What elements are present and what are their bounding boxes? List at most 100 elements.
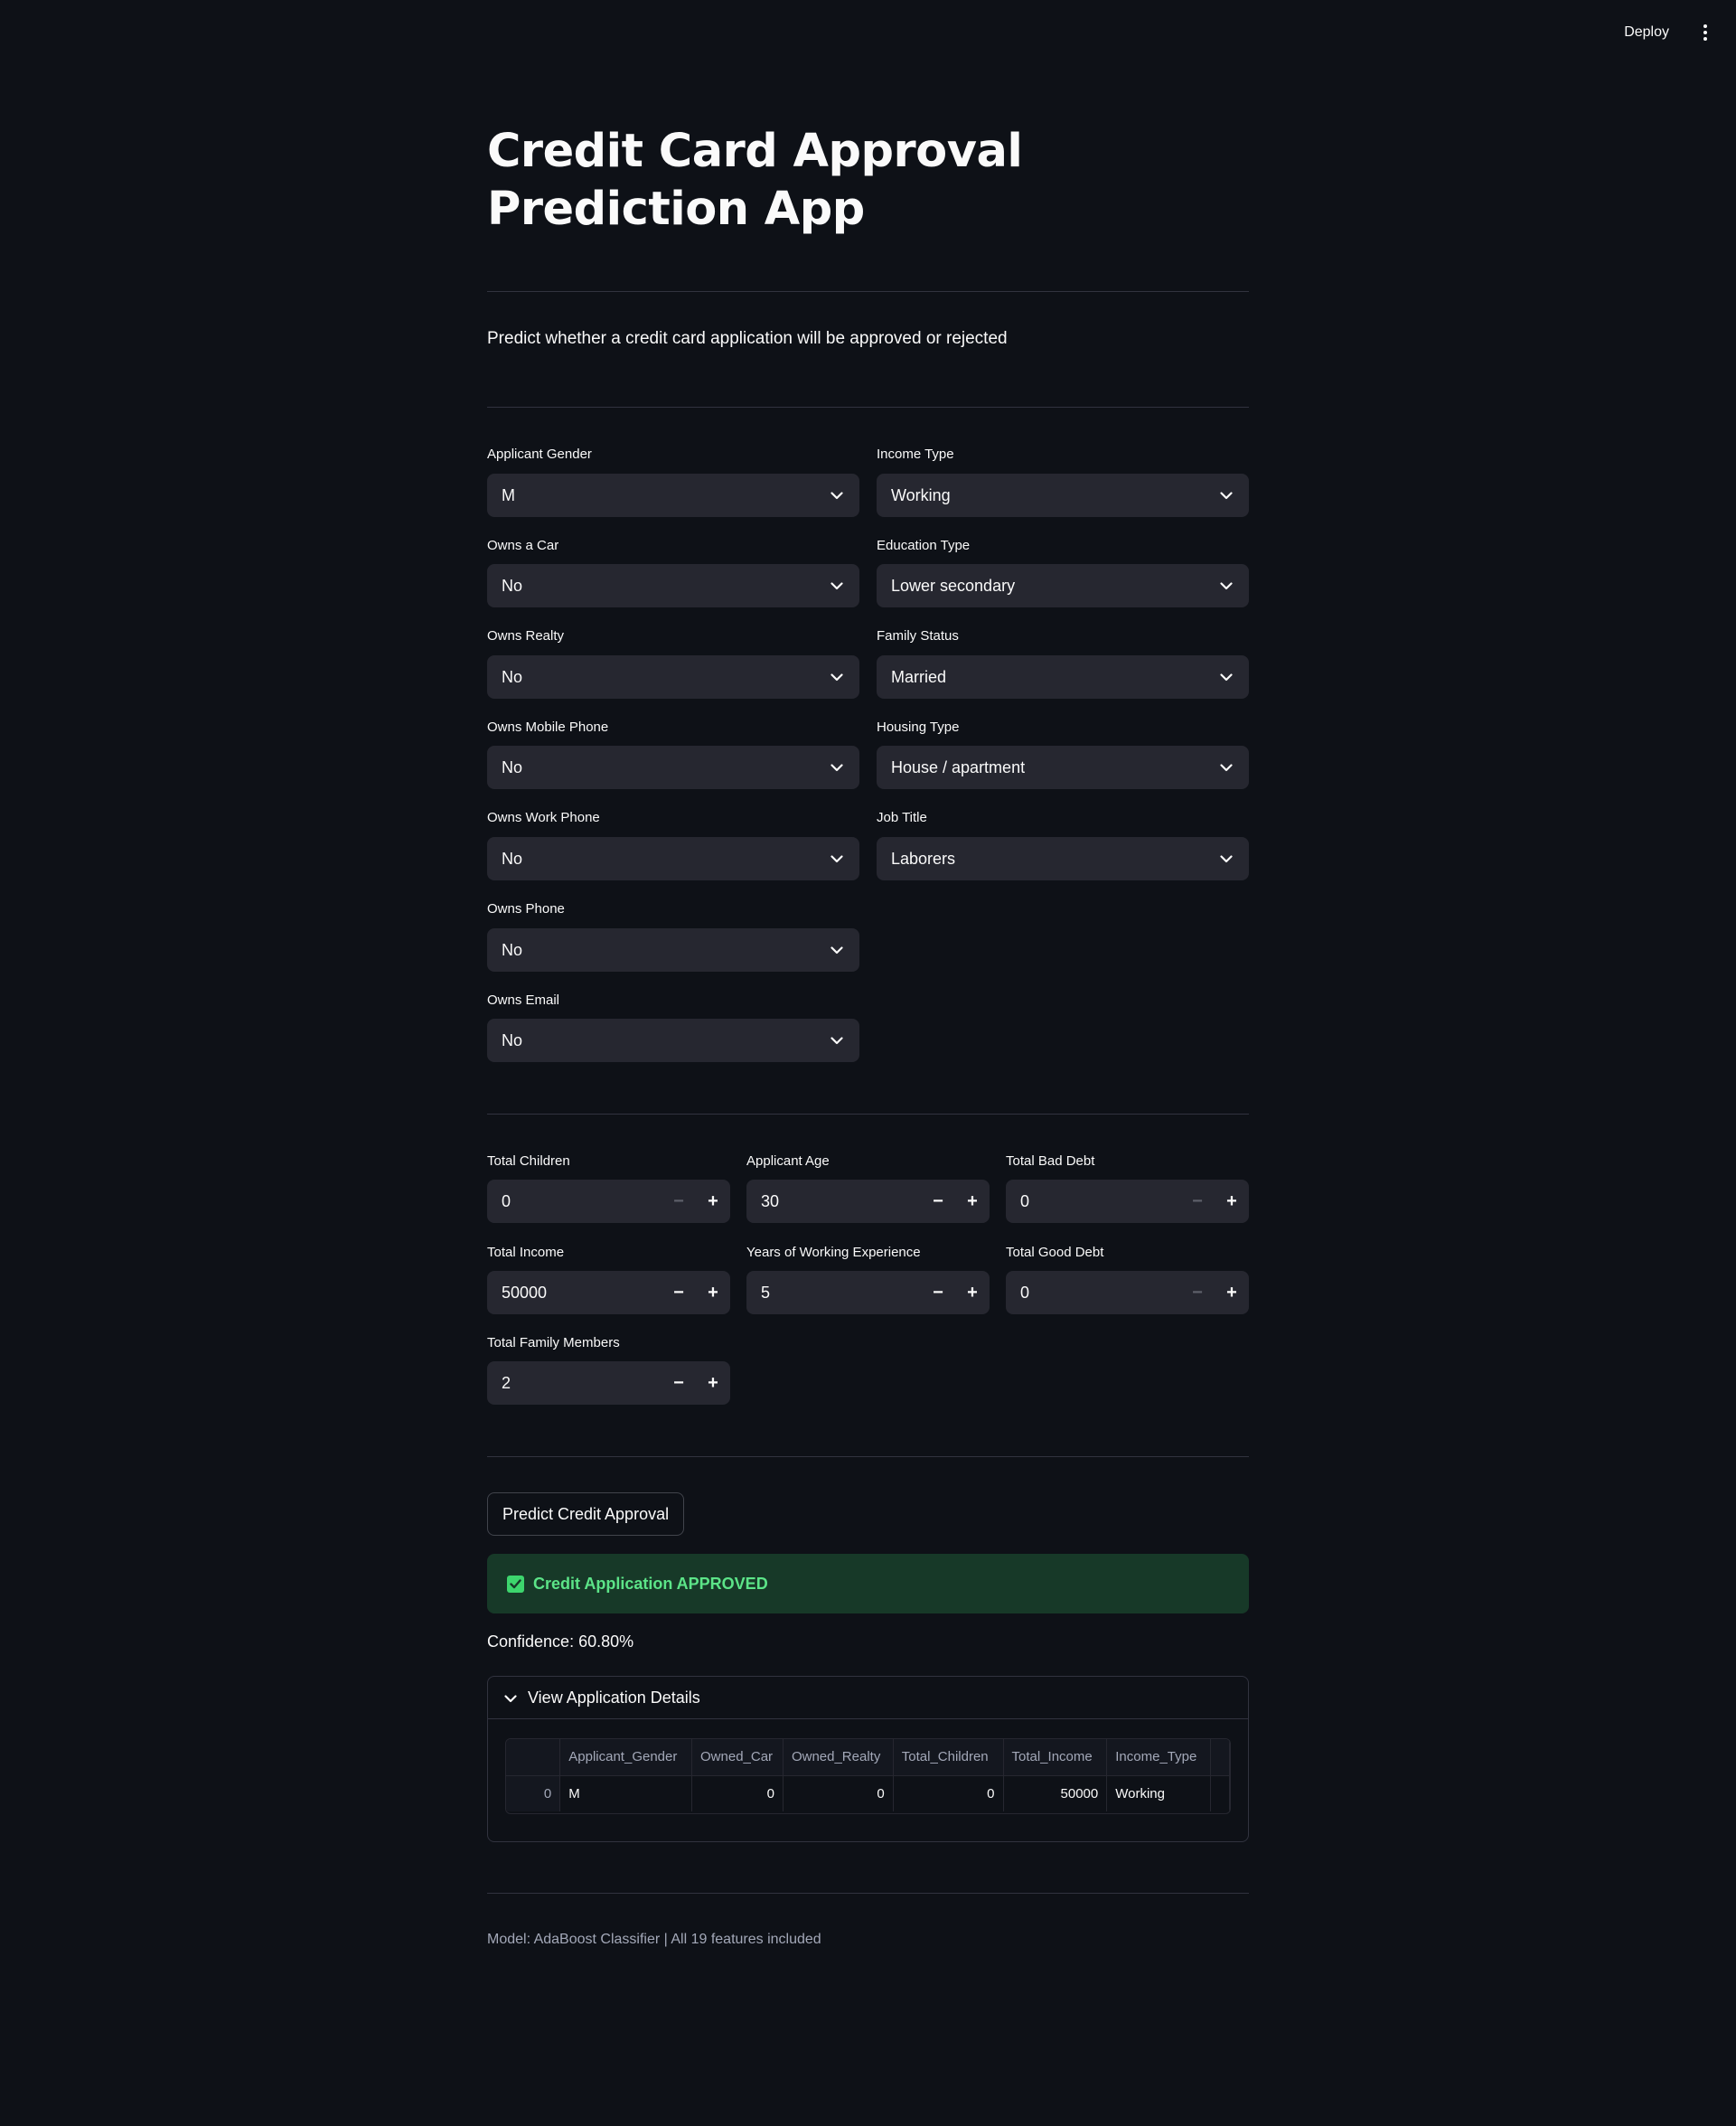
table-cell[interactable]: Working (1106, 1775, 1212, 1811)
select-value: No (502, 576, 523, 595)
decrement-button[interactable]: − (1180, 1180, 1215, 1223)
chevron-down-icon (829, 578, 845, 594)
table-cell[interactable]: M (559, 1775, 693, 1811)
owns-mobile-phone-select[interactable]: No (487, 746, 859, 789)
applicant-age-label: Applicant Age (746, 1153, 830, 1169)
family-status-select[interactable]: Married (877, 655, 1249, 699)
table-cell-index[interactable]: 0 (506, 1775, 561, 1811)
confidence-text: Confidence: 60.80% (487, 1632, 634, 1651)
owns-phone-select[interactable]: No (487, 928, 859, 972)
column-header[interactable]: Total_Children (893, 1739, 1004, 1776)
select-value: M (502, 485, 515, 504)
number-value[interactable]: 0 (487, 1192, 662, 1211)
expander-header[interactable]: View Application Details (488, 1677, 1248, 1719)
column-header-index[interactable] (506, 1739, 561, 1776)
divider (487, 1456, 1249, 1457)
divider (487, 291, 1249, 292)
decrement-button[interactable]: − (921, 1180, 955, 1223)
application-details-expander: View Application Details Applicant_Gende… (487, 1676, 1249, 1842)
family-status-label: Family Status (877, 628, 959, 644)
increment-button[interactable]: + (955, 1271, 990, 1314)
number-value[interactable]: 30 (746, 1192, 921, 1211)
total-good-debt-input[interactable]: 0 − + (1006, 1271, 1249, 1314)
housing-type-select[interactable]: House / apartment (877, 746, 1249, 789)
select-value: Married (891, 667, 947, 686)
decrement-button[interactable]: − (662, 1361, 696, 1405)
number-value[interactable]: 2 (487, 1374, 662, 1393)
table-cell[interactable]: 0 (893, 1775, 1004, 1811)
model-footer: Model: AdaBoost Classifier | All 19 feat… (487, 1932, 821, 1947)
increment-button[interactable]: + (1215, 1180, 1249, 1223)
select-value: No (502, 849, 523, 868)
deploy-button[interactable]: Deploy (1617, 19, 1676, 46)
details-table[interactable]: Applicant_Gender Owned_Car Owned_Realty … (505, 1738, 1231, 1814)
expander-label: View Application Details (528, 1688, 700, 1707)
divider (487, 1893, 1249, 1894)
total-bad-debt-label: Total Bad Debt (1006, 1153, 1095, 1169)
applicant-age-input[interactable]: 30 − + (746, 1180, 990, 1223)
owns-email-label: Owns Email (487, 992, 560, 1008)
column-header[interactable]: Total_Income (1003, 1739, 1108, 1776)
owns-mobile-phone-label: Owns Mobile Phone (487, 720, 609, 735)
number-value[interactable]: 0 (1006, 1192, 1180, 1211)
total-income-input[interactable]: 50000 − + (487, 1271, 730, 1314)
table-cell[interactable]: 0 (691, 1775, 784, 1811)
applicant-gender-select[interactable]: M (487, 474, 859, 517)
total-children-label: Total Children (487, 1153, 570, 1169)
total-family-members-input[interactable]: 2 − + (487, 1361, 730, 1405)
years-experience-input[interactable]: 5 − + (746, 1271, 990, 1314)
select-value: No (502, 1030, 523, 1049)
increment-button[interactable]: + (696, 1180, 730, 1223)
total-family-members-label: Total Family Members (487, 1335, 620, 1350)
select-value: Laborers (891, 849, 956, 868)
owns-email-select[interactable]: No (487, 1019, 859, 1062)
chevron-down-icon (829, 851, 845, 867)
number-value[interactable]: 50000 (487, 1284, 662, 1303)
checkmark-icon (507, 1575, 524, 1593)
chevron-down-icon (1218, 759, 1234, 776)
education-type-label: Education Type (877, 538, 971, 553)
education-type-select[interactable]: Lower secondary (877, 564, 1249, 607)
page-title: Credit Card Approval Prediction App (487, 125, 1023, 236)
chevron-down-icon (1218, 578, 1234, 594)
chevron-down-icon (829, 759, 845, 776)
number-value[interactable]: 5 (746, 1284, 921, 1303)
owns-phone-label: Owns Phone (487, 901, 565, 917)
increment-button[interactable]: + (955, 1180, 990, 1223)
increment-button[interactable]: + (696, 1271, 730, 1314)
increment-button[interactable]: + (1215, 1271, 1249, 1314)
kebab-menu-icon[interactable] (1696, 19, 1714, 46)
increment-button[interactable]: + (696, 1361, 730, 1405)
job-title-select[interactable]: Laborers (877, 837, 1249, 880)
select-value: Working (891, 485, 951, 504)
table-cell[interactable]: 0 (783, 1775, 894, 1811)
income-type-select[interactable]: Working (877, 474, 1249, 517)
select-value: No (502, 667, 523, 686)
chevron-down-icon (1218, 851, 1234, 867)
select-value: House / apartment (891, 757, 1026, 776)
decrement-button[interactable]: − (662, 1271, 696, 1314)
table-row: 0 M 0 0 0 50000 Working (506, 1775, 1230, 1811)
column-header[interactable]: Owned_Realty (783, 1739, 894, 1776)
total-good-debt-label: Total Good Debt (1006, 1245, 1104, 1260)
predict-button[interactable]: Predict Credit Approval (487, 1492, 685, 1536)
column-header[interactable]: Owned_Car (691, 1739, 784, 1776)
decrement-button[interactable]: − (1180, 1271, 1215, 1314)
chevron-down-icon (829, 669, 845, 685)
decrement-button[interactable]: − (662, 1180, 696, 1223)
column-header[interactable]: Applicant_Gender (559, 1739, 693, 1776)
top-toolbar: Deploy (0, 0, 1736, 65)
column-header[interactable]: Income_Type (1106, 1739, 1212, 1776)
number-value[interactable]: 0 (1006, 1284, 1180, 1303)
owns-work-phone-label: Owns Work Phone (487, 810, 600, 825)
table-cell[interactable]: 50000 (1003, 1775, 1108, 1811)
total-children-input[interactable]: 0 − + (487, 1180, 730, 1223)
owns-realty-select[interactable]: No (487, 655, 859, 699)
total-bad-debt-input[interactable]: 0 − + (1006, 1180, 1249, 1223)
decrement-button[interactable]: − (921, 1271, 955, 1314)
owns-work-phone-select[interactable]: No (487, 837, 859, 880)
result-message: Credit Application APPROVED (533, 1574, 768, 1593)
table-cell-overflow (1210, 1775, 1230, 1811)
chevron-down-icon (1218, 669, 1234, 685)
owns-car-select[interactable]: No (487, 564, 859, 607)
